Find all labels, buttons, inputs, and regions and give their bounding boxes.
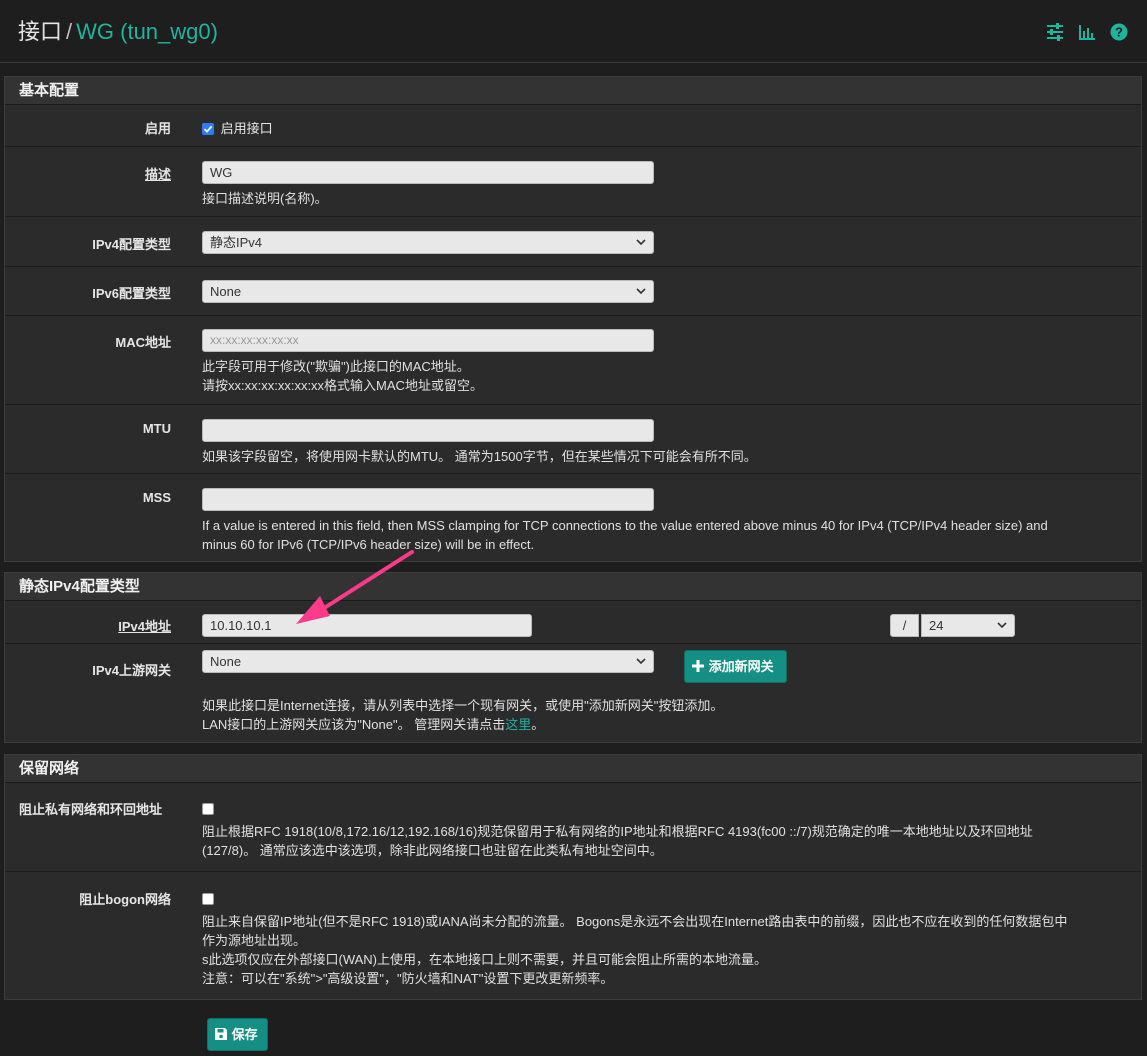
save-icon bbox=[215, 1028, 227, 1040]
save-label: 保存 bbox=[231, 1027, 258, 1042]
reserved-networks-panel: 保留网络 阻止私有网络和环回地址 阻止根据RFC 1918(10/8,172.1… bbox=[4, 754, 1142, 1000]
block-private-checkbox[interactable] bbox=[202, 803, 214, 815]
reserved-networks-title: 保留网络 bbox=[5, 755, 1141, 783]
block-private-row: 阻止私有网络和环回地址 阻止根据RFC 1918(10/8,172.16/12,… bbox=[5, 783, 1141, 872]
block-private-help-2: (127/8)。 通常应该选中该选项，除非此网络接口也驻留在此类私有地址空间中。 bbox=[202, 843, 663, 858]
block-bogon-row: 阻止bogon网络 阻止来自保留IP地址(但不是RFC 1918)或IANA尚未… bbox=[5, 872, 1141, 1001]
block-bogon-help-3: s此选项仅应在外部接口(WAN)上使用，在本地接口上则不需要，并且可能会阻止所需… bbox=[202, 952, 768, 967]
save-button[interactable]: 保存 bbox=[207, 1018, 268, 1051]
block-private-label: 阻止私有网络和环回地址 bbox=[19, 802, 163, 817]
block-bogon-help-4: 注意：可以在"系统">"高级设置"，"防火墙和NAT"设置下更改更新频率。 bbox=[202, 971, 614, 986]
block-bogon-help: 阻止来自保留IP地址(但不是RFC 1918)或IANA尚未分配的流量。 Bog… bbox=[202, 912, 1137, 988]
block-private-help: 阻止根据RFC 1918(10/8,172.16/12,192.168/16)规… bbox=[202, 822, 1137, 860]
block-bogon-control bbox=[202, 890, 214, 906]
block-private-control bbox=[202, 800, 214, 816]
block-bogon-help-2: 作为源地址出现。 bbox=[202, 933, 307, 948]
block-private-help-1: 阻止根据RFC 1918(10/8,172.16/12,192.168/16)规… bbox=[202, 824, 1033, 839]
block-bogon-help-1: 阻止来自保留IP地址(但不是RFC 1918)或IANA尚未分配的流量。 Bog… bbox=[202, 914, 1068, 929]
block-bogon-label: 阻止bogon网络 bbox=[79, 892, 171, 907]
block-bogon-checkbox[interactable] bbox=[202, 893, 214, 905]
